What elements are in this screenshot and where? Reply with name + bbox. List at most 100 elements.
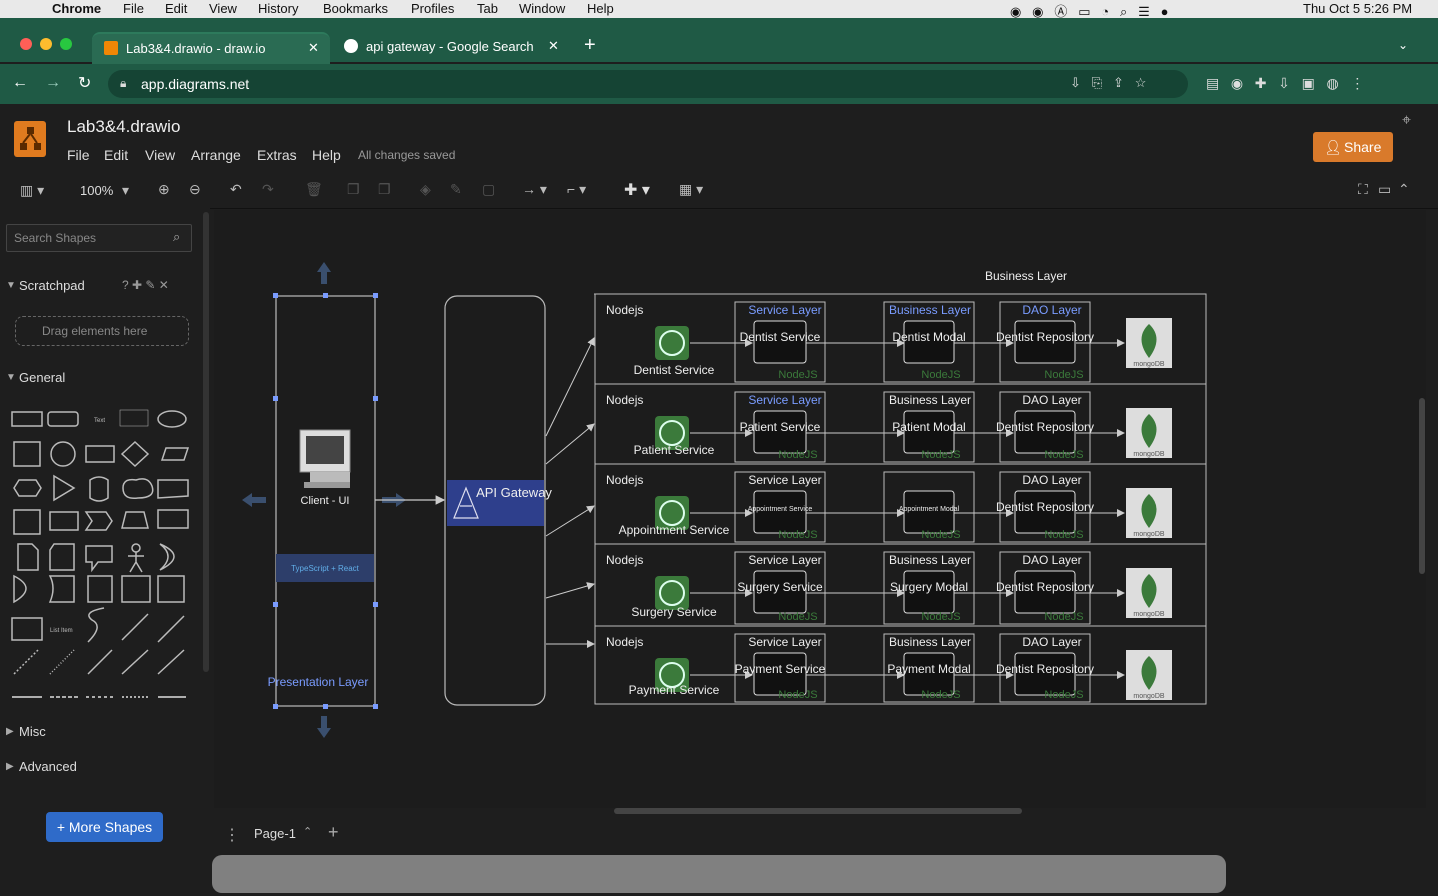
- menu-help[interactable]: Help: [587, 1, 614, 16]
- shadow-icon[interactable]: ▢: [482, 181, 495, 198]
- nodejs-tag: NodeJS: [778, 369, 817, 381]
- close-window-button[interactable]: [20, 38, 32, 50]
- menu-file[interactable]: File: [123, 1, 144, 16]
- mac-menubar: Chrome File Edit View History Bookmarks …: [0, 0, 1438, 19]
- insert-icon[interactable]: ✚ ▾: [624, 180, 650, 200]
- menu-tab[interactable]: Tab: [477, 1, 498, 16]
- resize-down-arrow-icon[interactable]: [317, 716, 331, 738]
- resize-left-arrow-icon[interactable]: [242, 493, 266, 507]
- format-toggle-icon[interactable]: ▭: [1378, 181, 1391, 198]
- gateway-route-arrow[interactable]: [545, 423, 595, 465]
- top-title: Business Layer: [985, 269, 1067, 283]
- search-icon: ⌕: [173, 229, 181, 244]
- architecture-diagram[interactable]: Client - UI TypeScript + React Presentat…: [214, 210, 1426, 808]
- collapse-arrow-icon[interactable]: ▼: [6, 280, 16, 291]
- extensions-icons[interactable]: ▤ ◉ ✚ ⇩ ▣ ◍ ⋮: [1206, 75, 1364, 92]
- scratchpad-title[interactable]: Scratchpad: [19, 278, 85, 293]
- search-shapes-input[interactable]: Search Shapes ⌕: [6, 224, 192, 252]
- menu-profiles[interactable]: Profiles: [411, 1, 454, 16]
- page-tab-dropdown-icon[interactable]: ⌃: [303, 825, 312, 838]
- close-tab-icon[interactable]: ✕: [548, 38, 559, 54]
- line-color-icon[interactable]: ✎: [450, 181, 462, 198]
- scratchpad-actions-icons[interactable]: ? ✚ ✎ ✕: [122, 278, 169, 292]
- nodejs-tag: NodeJS: [921, 689, 960, 701]
- drawio-menu-arrange[interactable]: Arrange: [191, 147, 241, 163]
- resize-up-arrow-icon[interactable]: [317, 262, 331, 284]
- redo-icon[interactable]: ↷: [262, 181, 274, 198]
- connection-icon[interactable]: → ▾: [522, 181, 547, 198]
- sidebar-scrollbar[interactable]: [203, 212, 209, 672]
- menu-edit[interactable]: Edit: [165, 1, 187, 16]
- minimize-window-button[interactable]: [40, 38, 52, 50]
- add-page-icon[interactable]: +: [328, 822, 339, 843]
- drawio-menu-view[interactable]: View: [145, 147, 175, 163]
- app-menu[interactable]: Chrome: [52, 1, 101, 16]
- menu-history[interactable]: History: [258, 1, 298, 16]
- back-icon[interactable]: ←: [12, 74, 28, 92]
- drawio-menu-file[interactable]: File: [67, 147, 90, 163]
- collapse-icon[interactable]: ⌃: [1398, 181, 1410, 198]
- page-tab[interactable]: Page-1: [254, 826, 296, 841]
- nodejs-tag: NodeJS: [778, 689, 817, 701]
- gateway-route-arrow[interactable]: [545, 582, 595, 599]
- zoom-out-icon[interactable]: ⊖: [189, 181, 201, 198]
- service-label: Payment Service: [629, 683, 720, 697]
- to-back-icon[interactable]: ❐: [378, 181, 391, 198]
- page-menu-icon[interactable]: ⋮: [224, 825, 240, 845]
- new-tab-icon[interactable]: +: [584, 34, 596, 57]
- general-title[interactable]: General: [19, 370, 65, 385]
- collaborate-icon[interactable]: ⌖: [1402, 112, 1411, 130]
- mongodb-label: mongoDB: [1133, 693, 1164, 700]
- forward-icon[interactable]: →: [45, 74, 61, 92]
- drawio-menu-edit[interactable]: Edit: [104, 147, 128, 163]
- nodejs-tag: NodeJS: [778, 611, 817, 623]
- omnibox-actions-icons[interactable]: ⇩ ⎘ ⇪ ☆: [1070, 75, 1146, 91]
- tab-drawio[interactable]: Lab3&4.drawio - draw.io ✕: [92, 32, 330, 64]
- zoom-window-button[interactable]: [60, 38, 72, 50]
- gateway-route-arrow[interactable]: [545, 337, 595, 437]
- advanced-title[interactable]: Advanced: [19, 759, 77, 774]
- canvas-h-scrollbar[interactable]: [614, 808, 1022, 814]
- format-panel-icon[interactable]: ▥ ▾: [20, 182, 44, 199]
- business-layer-title: Business Layer: [889, 635, 971, 649]
- reload-icon[interactable]: ↻: [78, 73, 91, 93]
- delete-icon[interactable]: 🗑︎: [305, 181, 323, 198]
- drawio-menu-help[interactable]: Help: [312, 147, 341, 163]
- service-label: Patient Service: [634, 443, 715, 457]
- more-shapes-button[interactable]: + More Shapes: [46, 812, 163, 842]
- zoom-dropdown-icon[interactable]: ▾: [122, 182, 129, 199]
- fill-color-icon[interactable]: ◈: [420, 181, 431, 198]
- to-front-icon[interactable]: ❐: [347, 181, 360, 198]
- zoom-in-icon[interactable]: ⊕: [158, 181, 170, 198]
- connector-styles-row[interactable]: [10, 688, 190, 698]
- scratchpad-dropzone[interactable]: Drag elements here: [15, 316, 189, 346]
- address-bar[interactable]: 🔒︎ app.diagrams.net ⇩ ⎘ ⇪ ☆: [108, 70, 1188, 98]
- collapse-arrow-icon[interactable]: ▼: [6, 372, 16, 383]
- canvas-v-scrollbar[interactable]: [1419, 398, 1425, 574]
- tab-search-icon[interactable]: ⌄: [1398, 38, 1408, 52]
- diagram-canvas[interactable]: Client - UI TypeScript + React Presentat…: [214, 210, 1426, 814]
- window-top-strip: [0, 18, 1438, 30]
- close-tab-icon[interactable]: ✕: [308, 40, 319, 56]
- waypoints-icon[interactable]: ⌐ ▾: [567, 181, 586, 198]
- expand-arrow-icon[interactable]: ▶: [6, 761, 14, 772]
- menu-view[interactable]: View: [209, 1, 237, 16]
- service-component-label: Appointment Service: [748, 506, 813, 513]
- general-shapes-palette[interactable]: Text List Item: [8, 406, 198, 706]
- table-icon[interactable]: ▦ ▾: [679, 181, 703, 198]
- gateway-route-arrow[interactable]: [545, 505, 595, 537]
- menu-bookmarks[interactable]: Bookmarks: [323, 1, 388, 16]
- undo-icon[interactable]: ↶: [230, 181, 242, 198]
- menubar-clock[interactable]: Thu Oct 5 5:26 PM: [1303, 1, 1412, 16]
- tab-google-search[interactable]: api gateway - Google Search ✕: [334, 32, 570, 62]
- zoom-level[interactable]: 100%: [80, 183, 113, 198]
- file-name[interactable]: Lab3&4.drawio: [67, 117, 180, 137]
- expand-arrow-icon[interactable]: ▶: [6, 726, 14, 737]
- fullscreen-icon[interactable]: ⛶: [1358, 181, 1368, 198]
- nodejs-tag: NodeJS: [1044, 689, 1083, 701]
- drawio-menu-extras[interactable]: Extras: [257, 147, 297, 163]
- misc-title[interactable]: Misc: [19, 724, 46, 739]
- menu-window[interactable]: Window: [519, 1, 565, 16]
- share-button[interactable]: 👤︎ Share: [1313, 132, 1393, 162]
- client-label: Client - UI: [301, 495, 350, 507]
